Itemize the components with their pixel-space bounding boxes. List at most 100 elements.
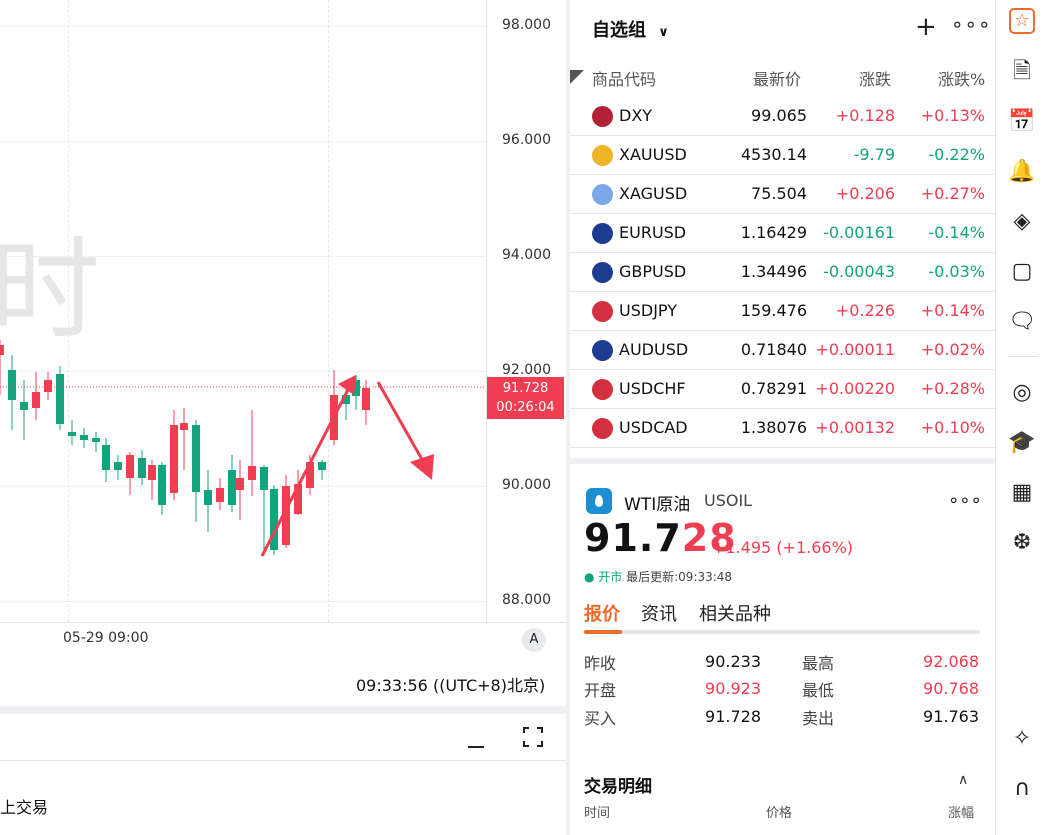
high-value: 92.068 bbox=[923, 652, 979, 671]
calendar-icon[interactable]: 📅 bbox=[1007, 107, 1037, 137]
trade-col-time: 时间 bbox=[584, 806, 611, 821]
tab-related[interactable]: 相关品种 bbox=[699, 600, 771, 626]
candle-body bbox=[180, 423, 188, 430]
row-change: +0.00011 bbox=[815, 340, 895, 359]
lower-pane-text: 上交易 bbox=[0, 798, 49, 817]
watchlist-row[interactable]: AUDUSD 0.71840 +0.00011 +0.02% bbox=[570, 331, 995, 370]
bid-label: 买入 bbox=[584, 709, 617, 728]
candle-body bbox=[114, 462, 122, 470]
currency-flag-icon bbox=[592, 184, 613, 205]
ask-value: 91.763 bbox=[923, 707, 979, 726]
row-change-pct: +0.10% bbox=[920, 418, 985, 437]
row-symbol: AUDUSD bbox=[619, 340, 689, 359]
table-icon[interactable]: ▦ bbox=[1007, 478, 1037, 508]
network-icon[interactable]: ❆ bbox=[1007, 528, 1037, 558]
header-price[interactable]: 最新价 bbox=[753, 66, 801, 90]
row-symbol: GBPUSD bbox=[619, 262, 687, 281]
row-change-pct: +0.28% bbox=[920, 379, 985, 398]
prev-close-label: 昨收 bbox=[584, 654, 617, 673]
trade-col-change: 涨幅 bbox=[948, 806, 975, 821]
watchlist-group-title[interactable]: 自选组 ∨ bbox=[592, 16, 669, 42]
row-change-pct: +0.13% bbox=[920, 106, 985, 125]
row-change: +0.00132 bbox=[815, 418, 895, 437]
row-price: 159.476 bbox=[740, 301, 807, 320]
open-label: 开盘 bbox=[584, 681, 617, 700]
row-price: 0.78291 bbox=[740, 379, 807, 398]
maximize-icon[interactable] bbox=[522, 726, 544, 748]
candle-body bbox=[236, 478, 244, 490]
watchlist-row[interactable]: EURUSD 1.16429 -0.00161 -0.14% bbox=[570, 214, 995, 253]
bar-countdown: 00:26:04 bbox=[496, 400, 555, 415]
candle-body bbox=[8, 370, 16, 400]
ask-label: 卖出 bbox=[802, 709, 835, 728]
market-status: ● 开市 最后更新:09:33:48 bbox=[584, 568, 732, 585]
minimize-icon[interactable] bbox=[466, 732, 486, 752]
video-icon[interactable]: ▢ bbox=[1007, 257, 1037, 287]
candle-body bbox=[32, 392, 40, 408]
candlestick-series bbox=[0, 340, 486, 557]
more-icon[interactable]: ∘∘∘ bbox=[951, 12, 992, 36]
more-icon[interactable]: ∘∘∘ bbox=[948, 490, 982, 511]
watchlist-row[interactable]: XAGUSD 75.504 +0.206 +0.27% bbox=[570, 175, 995, 214]
watchlist-title-text: 自选组 bbox=[592, 20, 646, 41]
watchlist-star-icon[interactable]: ☆ bbox=[1009, 8, 1035, 34]
tab-news[interactable]: 资讯 bbox=[641, 600, 677, 626]
price-axis-label: 88.000 bbox=[502, 592, 551, 608]
row-change: -0.00161 bbox=[823, 223, 895, 242]
row-change-pct: +0.02% bbox=[920, 340, 985, 359]
watchlist-row[interactable]: USDJPY 159.476 +0.226 +0.14% bbox=[570, 292, 995, 331]
last-price-main: 91.7 bbox=[584, 516, 682, 560]
sort-marker-icon bbox=[570, 70, 584, 84]
row-change: +0.00220 bbox=[815, 379, 895, 398]
currency-flag-icon bbox=[592, 301, 613, 322]
header-code[interactable]: 商品代码 bbox=[592, 66, 656, 90]
market-open-status: ● 开市 bbox=[584, 570, 623, 584]
header-change[interactable]: 涨跌 bbox=[859, 66, 891, 90]
row-change-pct: +0.27% bbox=[920, 184, 985, 203]
chat-icon[interactable]: 🗨 bbox=[1007, 307, 1037, 337]
row-change: -9.79 bbox=[853, 145, 895, 164]
symbol-detail-panel: WTI原油 USOIL ∘∘∘ 91.728 +1.495 (+1.66%) ●… bbox=[570, 464, 995, 835]
tab-quote[interactable]: 报价 bbox=[584, 600, 620, 626]
last-updated: 最后更新:09:33:48 bbox=[626, 570, 733, 584]
row-change: +0.226 bbox=[835, 301, 895, 320]
auto-scale-button[interactable]: A bbox=[522, 628, 546, 652]
row-price: 4530.14 bbox=[740, 145, 807, 164]
candle-body bbox=[102, 445, 110, 470]
candle-body bbox=[260, 467, 268, 490]
handshake-icon[interactable]: ✧ bbox=[1007, 724, 1037, 754]
headset-icon[interactable]: ∩ bbox=[1007, 774, 1037, 804]
chart-clock: 09:33:56 ((UTC+8)北京) bbox=[356, 676, 546, 695]
document-icon[interactable]: 🗎 bbox=[1007, 57, 1037, 87]
chevron-up-icon[interactable]: ∧ bbox=[958, 772, 968, 788]
row-symbol: DXY bbox=[619, 106, 653, 125]
bell-icon[interactable]: 🔔 bbox=[1007, 157, 1037, 187]
add-icon[interactable]: + bbox=[915, 12, 937, 42]
candle-body bbox=[318, 462, 326, 470]
prev-close-value: 90.233 bbox=[705, 652, 761, 671]
row-symbol: XAGUSD bbox=[619, 184, 688, 203]
watchlist-row[interactable]: XAUUSD 4530.14 -9.79 -0.22% bbox=[570, 136, 995, 175]
annotation-arrow bbox=[376, 381, 430, 471]
candle-body bbox=[170, 425, 178, 493]
row-change-pct: -0.03% bbox=[928, 262, 985, 281]
current-price: 91.728 bbox=[502, 381, 549, 396]
row-price: 0.71840 bbox=[740, 340, 807, 359]
target-icon[interactable]: ◎ bbox=[1007, 378, 1037, 408]
row-change-pct: -0.22% bbox=[928, 145, 985, 164]
watchlist-row[interactable]: USDCAD 1.38076 +0.00132 +0.10% bbox=[570, 409, 995, 448]
watchlist-row[interactable]: USDCHF 0.78291 +0.00220 +0.28% bbox=[570, 370, 995, 409]
header-pct[interactable]: 涨跌% bbox=[938, 66, 985, 90]
watchlist-row[interactable]: GBPUSD 1.34496 -0.00043 -0.03% bbox=[570, 253, 995, 292]
price-axis-label: 90.000 bbox=[502, 477, 551, 493]
candle-body bbox=[204, 490, 212, 505]
candle-body bbox=[216, 488, 224, 502]
open-value: 90.923 bbox=[705, 679, 761, 698]
chart-area[interactable]: 时 98.000 96.000 94.000 92.000 90.000 88.… bbox=[0, 0, 566, 710]
layers-icon[interactable]: ◈ bbox=[1007, 207, 1037, 237]
candle-body bbox=[362, 388, 370, 410]
row-price: 1.16429 bbox=[740, 223, 807, 242]
low-value: 90.768 bbox=[923, 679, 979, 698]
academy-icon[interactable]: 🎓 bbox=[1007, 428, 1037, 458]
watchlist-row[interactable]: DXY 99.065 +0.128 +0.13% bbox=[570, 97, 995, 136]
